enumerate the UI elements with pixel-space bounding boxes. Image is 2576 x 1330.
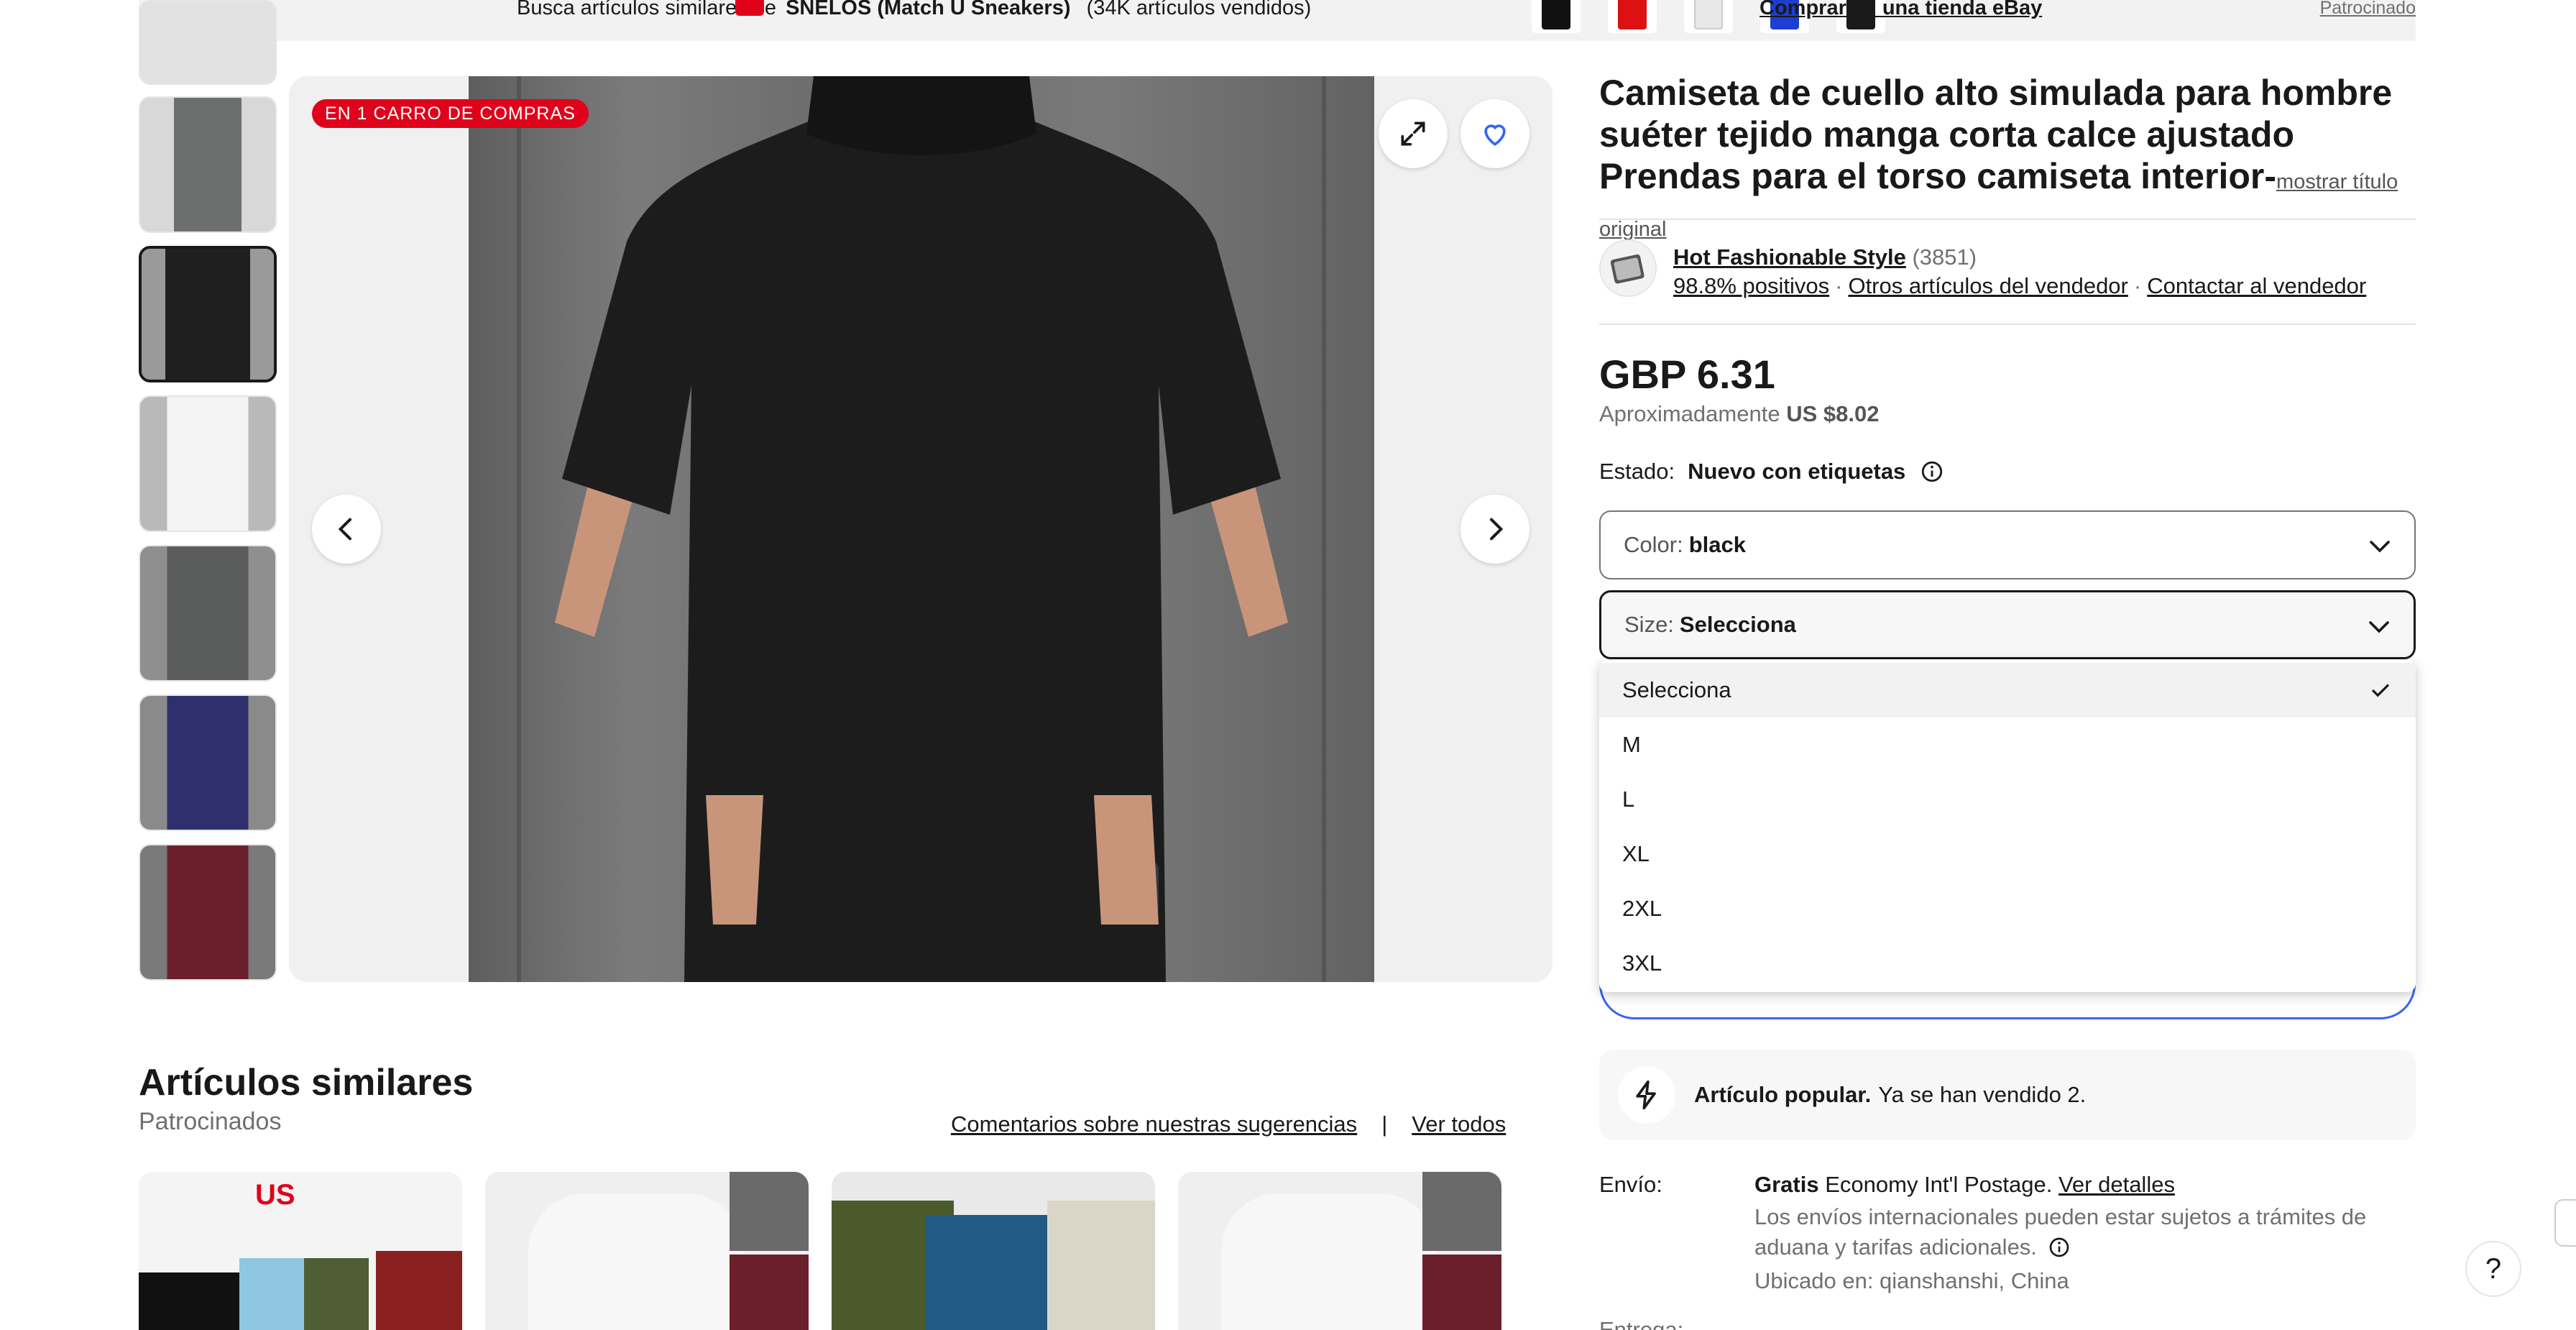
similar-item-card[interactable] bbox=[1178, 1172, 1501, 1330]
shipping-method: Economy Int'l Postage. bbox=[1825, 1172, 2053, 1197]
seller-name-row: Hot Fashionable Style (3851) bbox=[1673, 243, 1977, 272]
chevron-left-icon bbox=[338, 518, 351, 541]
expand-icon bbox=[1401, 121, 1425, 146]
banner-thumb[interactable] bbox=[1532, 0, 1581, 33]
price: GBP 6.31 bbox=[1599, 352, 1775, 397]
color-select-value: black bbox=[1688, 532, 1746, 557]
help-icon: ? bbox=[2485, 1252, 2502, 1285]
thumbnail-navy[interactable] bbox=[139, 694, 277, 831]
seller-avatar[interactable] bbox=[1599, 239, 1657, 297]
lightning-icon bbox=[1618, 1066, 1675, 1124]
checkmark-icon bbox=[2372, 684, 2389, 697]
product-title-text: Camiseta de cuello alto simulada para ho… bbox=[1599, 73, 2393, 196]
seller-logo-icon bbox=[1610, 254, 1644, 284]
shipping-details-link[interactable]: Ver detalles bbox=[2058, 1172, 2175, 1197]
product-photo bbox=[469, 76, 1374, 982]
shop-ebay-store-link[interactable]: Comprar en una tienda eBay bbox=[1760, 0, 2042, 19]
shipping-note: Los envíos internacionales pueden estar … bbox=[1754, 1202, 2373, 1262]
expand-button[interactable] bbox=[1379, 99, 1448, 168]
see-all-link[interactable]: Ver todos bbox=[1412, 1110, 1506, 1139]
approx-value: US $8.02 bbox=[1786, 401, 1880, 426]
cart-badge: EN 1 CARRO DE COMPRAS bbox=[312, 99, 589, 128]
feedback-edge-tab[interactable] bbox=[2554, 1199, 2576, 1247]
thumbnail-partial[interactable] bbox=[139, 0, 277, 85]
thumbnail-dark-grey[interactable] bbox=[139, 545, 277, 682]
link-separator: | bbox=[1381, 1111, 1388, 1137]
popular-bold: Artículo popular. bbox=[1694, 1082, 1872, 1107]
approx-label: Aproximadamente bbox=[1599, 401, 1780, 426]
size-option-label: Selecciona bbox=[1622, 677, 1731, 702]
size-option-m[interactable]: M bbox=[1599, 717, 2416, 772]
similar-item-card[interactable]: US bbox=[139, 1172, 462, 1330]
condition-label: Estado: bbox=[1599, 459, 1675, 484]
similar-items-subtitle: Patrocinados bbox=[139, 1108, 282, 1135]
tshirt-illustration bbox=[517, 76, 1326, 982]
contact-seller-link[interactable]: Contactar al vendedor bbox=[2147, 273, 2366, 298]
size-option-l[interactable]: L bbox=[1599, 772, 2416, 827]
popular-text: Ya se han vendido 2. bbox=[1878, 1082, 2087, 1107]
heart-icon bbox=[1484, 124, 1506, 146]
shipping-free: Gratis bbox=[1754, 1172, 1819, 1197]
popular-item-banner: Artículo popular. Ya se han vendido 2. bbox=[1599, 1050, 2416, 1140]
sponsored-banner: Busca artículos similares de SNELOS (Mat… bbox=[139, 0, 2416, 41]
similar-items-links: Comentarios sobre nuestras sugerencias |… bbox=[951, 1110, 1506, 1139]
info-icon[interactable] bbox=[2048, 1236, 2071, 1259]
condition-row: Estado: Nuevo con etiquetas bbox=[1599, 457, 1944, 486]
product-title: Camiseta de cuello alto simulada para ho… bbox=[1599, 72, 2419, 250]
seller-links-row: 98.8% positivos · Otros artículos del vend… bbox=[1673, 273, 2367, 298]
size-select-label: Size: bbox=[1624, 612, 1674, 637]
feedback-link[interactable]: Comentarios sobre nuestras sugerencias bbox=[951, 1110, 1357, 1139]
size-select[interactable]: Size: Selecciona bbox=[1599, 590, 2416, 659]
size-option-label: XL bbox=[1622, 841, 1650, 866]
sponsored-label[interactable]: Patrocinado bbox=[2320, 0, 2416, 17]
chevron-down-icon bbox=[2370, 541, 2390, 553]
banner-brand-wrap: SNELOS (Match U Sneakers) (34K artículos… bbox=[735, 0, 1312, 19]
color-select[interactable]: Color: black bbox=[1599, 510, 2416, 579]
size-option-selecciona[interactable]: Selecciona bbox=[1599, 663, 2416, 717]
seller-other-items-link[interactable]: Otros artículos del vendedor bbox=[1848, 273, 2128, 298]
divider bbox=[1599, 219, 2416, 220]
size-option-xl[interactable]: XL bbox=[1599, 827, 2416, 881]
thumbnail-grey[interactable] bbox=[139, 96, 277, 233]
condition-value: Nuevo con etiquetas bbox=[1688, 459, 1906, 484]
shipping-summary: Gratis Economy Int'l Postage. Ver detall… bbox=[1754, 1170, 2175, 1199]
size-select-value: Selecciona bbox=[1679, 612, 1796, 637]
size-option-label: L bbox=[1622, 786, 1635, 812]
item-location: Ubicado en: qianshanshi, China bbox=[1754, 1268, 2069, 1293]
watchlist-button[interactable] bbox=[1460, 99, 1530, 168]
seller-name-link[interactable]: Hot Fashionable Style bbox=[1673, 244, 1906, 270]
info-icon[interactable] bbox=[1920, 459, 1944, 484]
seller-feedback-count: (3851) bbox=[1912, 244, 1977, 270]
size-option-label: 3XL bbox=[1622, 950, 1662, 976]
divider bbox=[1599, 324, 2416, 325]
similar-items-title: Artículos similares bbox=[139, 1062, 474, 1104]
thumbnail-burgundy[interactable] bbox=[139, 844, 277, 981]
size-option-label: M bbox=[1622, 732, 1641, 757]
banner-sold-count: (34K artículos vendidos) bbox=[1086, 0, 1312, 19]
size-option-2xl[interactable]: 2XL bbox=[1599, 881, 2416, 936]
banner-thumb[interactable] bbox=[1608, 0, 1657, 33]
banner-brand[interactable]: SNELOS (Match U Sneakers) bbox=[786, 0, 1070, 19]
delivery-label: Entrega: bbox=[1599, 1317, 1684, 1330]
thumbnail-white[interactable] bbox=[139, 395, 277, 532]
similar-item-card[interactable] bbox=[485, 1172, 809, 1330]
card-badge: US bbox=[255, 1179, 295, 1211]
chevron-down-icon bbox=[2369, 621, 2389, 633]
thumbnail-black-selected[interactable] bbox=[139, 246, 277, 382]
help-button[interactable]: ? bbox=[2465, 1241, 2521, 1297]
banner-brand-icon bbox=[735, 0, 764, 16]
seller-positive-link[interactable]: 98.8% positivos bbox=[1673, 273, 1829, 298]
size-dropdown-menu: Selecciona M L XL 2XL 3XL bbox=[1599, 660, 2416, 992]
size-option-label: 2XL bbox=[1622, 896, 1662, 921]
main-product-image[interactable]: EN 1 CARRO DE COMPRAS bbox=[289, 76, 1552, 982]
shipping-label: Envío: bbox=[1599, 1172, 1662, 1197]
banner-thumb[interactable] bbox=[1684, 0, 1733, 33]
chevron-right-icon bbox=[1490, 518, 1504, 541]
next-image-button[interactable] bbox=[1460, 495, 1530, 564]
similar-item-card[interactable] bbox=[832, 1172, 1155, 1330]
approx-price: Aproximadamente US $8.02 bbox=[1599, 400, 1879, 428]
previous-image-button[interactable] bbox=[312, 495, 381, 564]
size-option-3xl[interactable]: 3XL bbox=[1599, 936, 2416, 991]
color-select-label: Color: bbox=[1624, 532, 1683, 557]
